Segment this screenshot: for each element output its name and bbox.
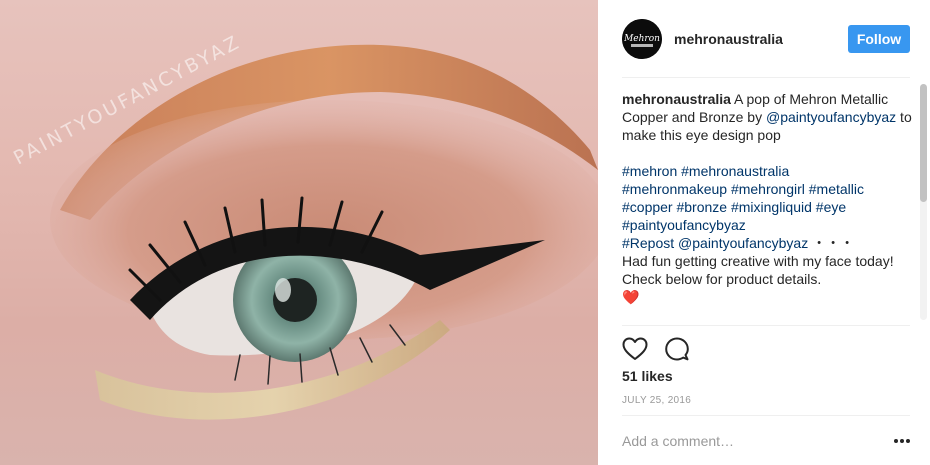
caption: mehronaustralia A pop of Mehron Metallic… xyxy=(622,90,912,322)
likes-count[interactable]: 51 likes xyxy=(622,368,673,384)
avatar[interactable]: Mehron xyxy=(622,18,662,59)
hashtags-line[interactable]: #mehron #mehronaustralia xyxy=(622,162,912,180)
post-username[interactable]: mehronaustralia xyxy=(674,31,848,47)
hashtags-line[interactable]: #copper #bronze #mixingliquid #eye xyxy=(622,198,912,216)
post-photo[interactable]: PAINTYOUFANCYBYAZ xyxy=(0,0,598,465)
post-header: Mehron mehronaustralia Follow xyxy=(622,0,910,78)
mehron-logo-icon: Mehron xyxy=(622,18,662,59)
comment-input[interactable] xyxy=(622,430,882,452)
scrollbar-thumb[interactable] xyxy=(920,84,927,202)
svg-text:Mehron: Mehron xyxy=(623,34,660,44)
more-options-icon[interactable] xyxy=(892,431,912,451)
action-bar xyxy=(620,334,704,364)
divider xyxy=(622,325,910,326)
follow-button[interactable]: Follow xyxy=(848,24,910,53)
hashtags-line[interactable]: #mehronmakeup #mehrongirl #metallic xyxy=(622,180,912,198)
hashtags-line[interactable]: #paintyoufancybyaz xyxy=(622,216,912,234)
caption-text: Had fun getting creative with my face to… xyxy=(622,253,894,287)
post-date[interactable]: JULY 25, 2016 xyxy=(622,395,691,406)
caption-mention[interactable]: @paintyoufancybyaz xyxy=(766,109,896,125)
divider xyxy=(622,415,910,416)
repost-tag[interactable]: #Repost @paintyoufancybyaz xyxy=(622,235,808,251)
caption-username[interactable]: mehronaustralia xyxy=(622,91,731,107)
eye-makeup-image xyxy=(50,44,598,420)
heart-emoji: ❤️ xyxy=(622,289,640,305)
caption-scrollbar[interactable] xyxy=(920,84,927,320)
post-details-panel: Mehron mehronaustralia Follow mehronaust… xyxy=(598,0,930,465)
comment-icon[interactable] xyxy=(662,334,692,364)
repost-dots: ・・・ xyxy=(808,235,855,251)
heart-icon[interactable] xyxy=(620,334,650,364)
